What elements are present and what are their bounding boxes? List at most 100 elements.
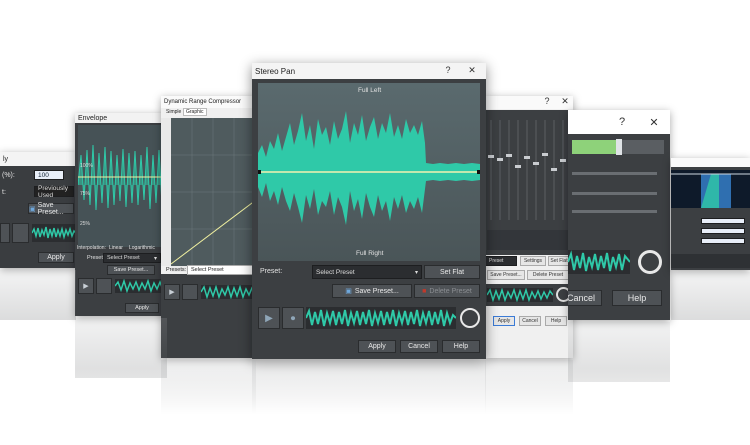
- percent-field[interactable]: 100: [34, 170, 64, 180]
- envelope-apply-label: Apply: [135, 305, 149, 311]
- pan-waveform-svg: [258, 111, 480, 225]
- delete-preset-button[interactable]: ■ Delete Preset: [414, 284, 480, 298]
- stereo-pan-dialog: Stereo Pan ? ✕ Full Left Full Right Pres…: [252, 63, 486, 359]
- t-label: t:: [2, 189, 6, 196]
- envelope-graph[interactable]: 100% 75% 25%: [78, 125, 164, 247]
- stereo-pan-help-button[interactable]: Help: [442, 340, 480, 353]
- eq-apply-label: Apply: [497, 318, 511, 324]
- play-icon: ▶: [169, 289, 175, 296]
- stereo-pan-apply-button[interactable]: Apply: [358, 340, 396, 353]
- right-mid-titlebar: ? ✕: [568, 110, 670, 134]
- eq-help-icon[interactable]: ?: [539, 96, 555, 106]
- mini-wave-path: [32, 226, 76, 240]
- eq-delete-preset-button[interactable]: Delete Preset: [527, 270, 569, 280]
- stereo-pan-apply-label: Apply: [368, 343, 386, 350]
- envelope-preset-label: Preset:: [87, 255, 105, 261]
- far-right-reflection: [671, 272, 750, 320]
- right-mid-close-icon[interactable]: ✕: [646, 116, 662, 129]
- right-mid-cancel-label: Cancel: [568, 293, 595, 303]
- linear-radio[interactable]: Linear: [109, 245, 123, 251]
- chevron-down-icon: ▾: [153, 255, 157, 262]
- compressor-mini-path: [201, 285, 256, 299]
- stereo-pan-close-icon[interactable]: ✕: [464, 65, 480, 76]
- far-left-dialog: ly (%): 100 t: Previously Used ▣ Save Pre…: [0, 152, 76, 268]
- eq-cancel-label: Cancel: [522, 318, 538, 324]
- eq-help-label: Help: [550, 318, 562, 324]
- compressor-tab-simple[interactable]: Simple: [166, 109, 181, 115]
- envelope-loop-button[interactable]: [96, 278, 112, 294]
- apply-button[interactable]: Apply: [38, 252, 74, 263]
- pan-graph[interactable]: Full Left Full Right: [258, 83, 480, 261]
- right-mid-help-label: Help: [627, 293, 647, 303]
- right-mid-reset-icon[interactable]: [638, 250, 662, 274]
- eq-set-flat-button[interactable]: Set Flat: [548, 256, 570, 266]
- reflection-fade: [0, 368, 750, 445]
- envelope-apply-button[interactable]: Apply: [125, 303, 159, 313]
- level-meter-thumb[interactable]: [616, 139, 622, 155]
- envelope-preset-combo[interactable]: Select Preset ▾: [103, 253, 161, 263]
- envelope-preset-value: Select Preset: [107, 255, 140, 261]
- compressor-dialog: Dynamic Range Compressor Simple Graphic …: [161, 96, 256, 358]
- eq-help-button[interactable]: Help: [545, 316, 567, 326]
- eq-apply-button[interactable]: Apply: [493, 316, 515, 326]
- stereo-pan-preview-svg: [306, 307, 456, 327]
- stereo-pan-loop-button[interactable]: ⏺: [282, 307, 304, 329]
- right-mid-cancel-button[interactable]: Cancel: [568, 290, 602, 306]
- stereo-pan-preset-combo[interactable]: Select Preset ▾: [312, 265, 422, 279]
- save-preset-button[interactable]: ▣ Save Preset...: [28, 201, 74, 216]
- envelope-wave-svg: 100% 75% 25%: [78, 144, 164, 227]
- stereo-pan-help-icon[interactable]: ?: [440, 65, 456, 75]
- tick-25: 25%: [80, 221, 91, 227]
- right-mid-help-icon[interactable]: ?: [614, 116, 630, 128]
- stereo-pan-cancel-button[interactable]: Cancel: [400, 340, 438, 353]
- far-right-field-3[interactable]: [701, 238, 745, 244]
- eq-titlebar: ? ✕: [485, 96, 573, 109]
- envelope-dialog: Envelope 100% 75% 25% Interpolation: Lin…: [75, 113, 167, 316]
- save-preset-label: Save Preset...: [37, 201, 64, 216]
- eq-delete-label: Delete Preset: [532, 272, 564, 278]
- loop-button[interactable]: [12, 223, 29, 243]
- play-icon: ▶: [83, 283, 89, 290]
- play-button[interactable]: [0, 223, 10, 243]
- compressor-title: Dynamic Range Compressor: [164, 99, 242, 105]
- stereo-pan-preset-value: Select Preset: [316, 268, 355, 276]
- far-right-graph-svg: [671, 173, 750, 208]
- compressor-preset-combo[interactable]: Select Preset: [187, 265, 253, 275]
- stereo-pan-reset-icon[interactable]: [460, 308, 480, 328]
- eq-close-icon[interactable]: ✕: [557, 96, 573, 107]
- eq-set-flat-label: Set Flat: [550, 258, 568, 264]
- envelope-play-button[interactable]: ▶: [78, 278, 94, 294]
- far-right-field-2[interactable]: [701, 228, 745, 234]
- set-flat-button[interactable]: Set Flat: [424, 265, 480, 279]
- envelope-titlebar: Envelope: [75, 113, 167, 123]
- envelope-save-preset-button[interactable]: Save Preset...: [107, 265, 155, 275]
- previous-preset-combo[interactable]: Previously Used: [34, 185, 74, 199]
- envelope-mini-wave: [115, 279, 165, 293]
- far-right-field-1[interactable]: [701, 218, 745, 224]
- compressor-loop-button[interactable]: [182, 284, 198, 300]
- logarithmic-radio[interactable]: Logarithmic: [129, 245, 155, 251]
- eq-preset-combo[interactable]: Preset: [485, 256, 517, 266]
- compressor-graph[interactable]: [171, 118, 256, 266]
- compressor-curve: [171, 199, 256, 265]
- far-right-graph: [671, 170, 750, 208]
- play-icon: ▶: [265, 312, 273, 324]
- eq-settings-button[interactable]: Settings: [520, 256, 546, 266]
- level-meter-fill: [572, 140, 618, 154]
- set-flat-label: Set Flat: [439, 268, 465, 276]
- eq-sliders-panel: [485, 110, 573, 255]
- eq-save-preset-button[interactable]: Save Preset...: [487, 270, 525, 280]
- stereo-pan-play-button[interactable]: ▶: [258, 307, 280, 329]
- right-mid-help-button[interactable]: Help: [612, 290, 662, 306]
- right-mid-mini-path: [568, 250, 630, 272]
- stereo-pan-save-preset-button[interactable]: ▣ Save Preset...: [332, 284, 412, 298]
- compressor-tab-graphic[interactable]: Graphic: [183, 108, 207, 116]
- compressor-mini-svg: [201, 285, 256, 299]
- tick-100: 100%: [80, 163, 93, 169]
- delete-icon: ■: [422, 287, 427, 295]
- compressor-mini-wave: [201, 285, 256, 299]
- compressor-play-button[interactable]: ▶: [164, 284, 180, 300]
- level-meter-bar: [572, 139, 664, 155]
- stereo-pan-preset-label: Preset:: [260, 268, 283, 275]
- eq-cancel-button[interactable]: Cancel: [519, 316, 541, 326]
